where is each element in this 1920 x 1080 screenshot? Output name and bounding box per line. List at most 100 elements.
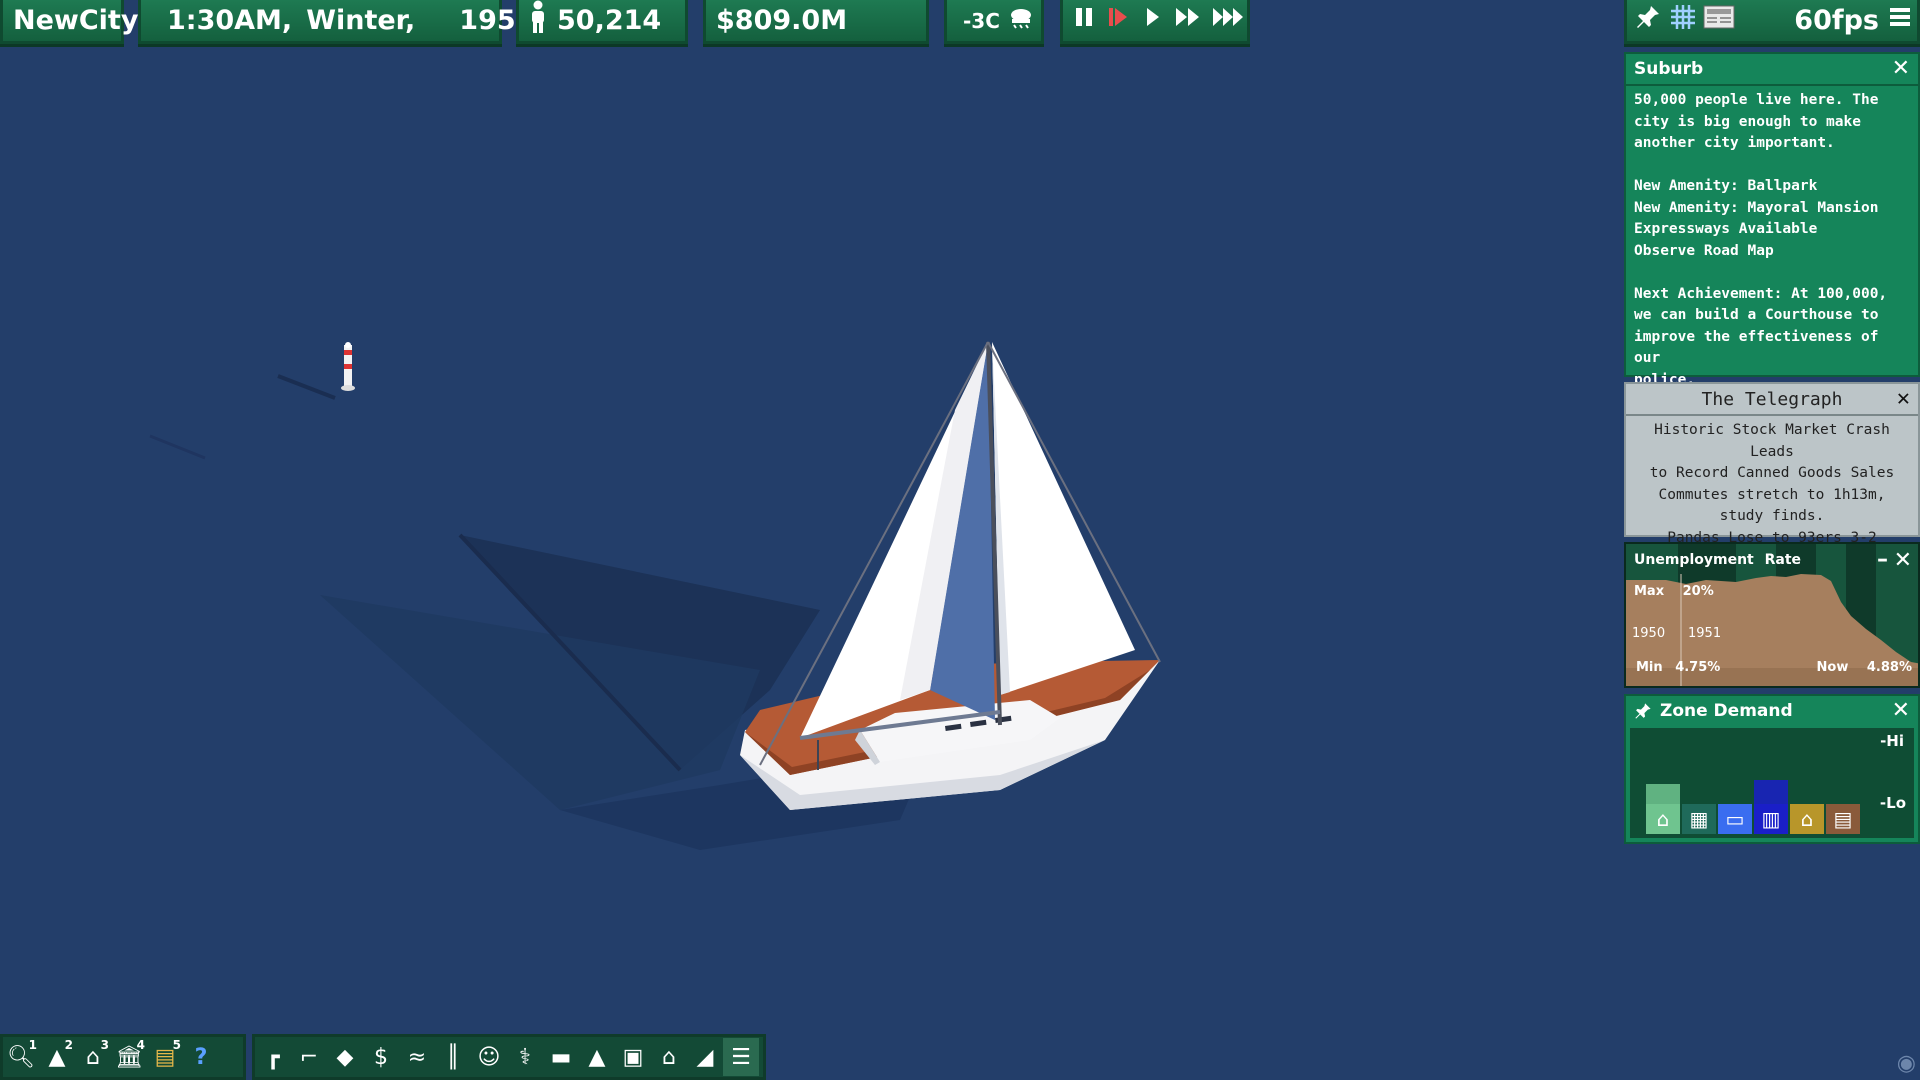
telegraph-panel: The Telegraph ✕ Historic Stock Market Cr… — [1624, 382, 1920, 546]
vehicle-tool-button[interactable]: ▬ — [543, 1038, 579, 1076]
messages-tool-button[interactable]: ☰ — [723, 1038, 759, 1076]
pistol-tool-button[interactable]: ⌐ — [291, 1038, 327, 1076]
min-value: 4.75% — [1675, 660, 1721, 675]
now-label: Now — [1816, 660, 1849, 675]
bulldoze-tool-button[interactable]: ◢ — [687, 1038, 723, 1076]
telegraph-title: The Telegraph — [1701, 388, 1843, 410]
park-icon: ≈ — [407, 1044, 427, 1070]
close-icon[interactable]: ✕ — [1894, 550, 1912, 572]
year-start: 1950 — [1632, 626, 1666, 641]
zone-demand-bar: ⌂ — [1646, 784, 1680, 834]
step-icon[interactable] — [1105, 4, 1131, 37]
farm-icon[interactable]: ⌂ — [1790, 804, 1824, 834]
money-value: $809.0M — [716, 5, 848, 36]
suburb-line: New Amenity: Mayoral Mansion — [1634, 199, 1879, 216]
close-icon[interactable]: ✕ — [1892, 58, 1910, 80]
unemployment-title: Unemployment Rate — [1634, 552, 1801, 568]
buoy[interactable] — [341, 342, 355, 391]
headline[interactable]: to Record Canned Goods Sales — [1630, 463, 1914, 485]
help-button[interactable]: ? — [183, 1038, 219, 1076]
residential-tool-button[interactable]: ⌂ — [651, 1038, 687, 1076]
fast-forward-icon[interactable] — [1173, 4, 1203, 37]
pin-icon[interactable] — [1635, 4, 1661, 37]
transit-tool-button[interactable]: ▣ — [615, 1038, 651, 1076]
expressway-tool-button[interactable]: ▲ — [579, 1038, 615, 1076]
query-tool-button[interactable]: 🔍︎ 1 — [3, 1038, 39, 1076]
now-value: 4.88% — [1866, 660, 1912, 675]
close-icon[interactable]: ✕ — [1892, 700, 1910, 722]
road-tool-button[interactable]: ┏ — [255, 1038, 291, 1076]
store-icon[interactable]: ▭ — [1718, 804, 1752, 834]
money-box[interactable]: $809.0M — [703, 0, 929, 44]
telegraph-body: Historic Stock Market Crash Leads to Rec… — [1626, 416, 1918, 553]
office-icon[interactable]: ▥ — [1754, 804, 1788, 834]
education-tool-button[interactable]: ◆ — [327, 1038, 363, 1076]
suburb-line: Expressways Available — [1634, 221, 1818, 237]
zone-bars: ⌂ ▦ ▭ ▥ ⌂ ▤ — [1646, 780, 1860, 834]
close-icon[interactable]: ✕ — [1897, 388, 1910, 410]
population-box[interactable]: 50,214 — [516, 0, 688, 44]
max-row: Max 20% — [1634, 584, 1714, 599]
eye-icon[interactable]: ◉ — [1897, 1051, 1916, 1076]
factory-icon[interactable]: ▤ — [1826, 804, 1860, 834]
city-name-box[interactable]: NewCity — [0, 0, 138, 44]
help-icon: ? — [194, 1044, 208, 1070]
snow-cloud-icon — [1008, 5, 1034, 36]
menu-icon[interactable] — [1889, 5, 1911, 36]
fastest-forward-icon[interactable] — [1211, 4, 1247, 37]
newspaper-icon[interactable] — [1703, 4, 1735, 37]
play-icon[interactable] — [1139, 4, 1165, 37]
zones-view-button[interactable]: ⌂ 3 — [75, 1038, 111, 1076]
unemployment-title-a: Unemployment — [1634, 552, 1754, 568]
health-tool-button[interactable]: ⚕ — [507, 1038, 543, 1076]
zone-demand-bar: ⌂ — [1790, 804, 1824, 834]
money-bag-icon: $ — [374, 1044, 388, 1070]
suburb-line: we can build a Courthouse to — [1634, 307, 1879, 323]
transport-view-button[interactable]: ▲ 2 — [39, 1038, 75, 1076]
bulldozer-icon: ◢ — [696, 1044, 714, 1070]
zone-demand-bar: ▦ — [1682, 804, 1716, 834]
budget-view-button[interactable]: ▤ 5 — [147, 1038, 183, 1076]
sailboat[interactable] — [740, 341, 1161, 810]
grid-icon[interactable] — [1669, 3, 1697, 38]
game-scene[interactable] — [0, 50, 1620, 1070]
house-icon[interactable]: ⌂ — [1646, 804, 1680, 834]
suburb-panel-title: Suburb — [1634, 59, 1704, 79]
apartment-icon[interactable]: ▦ — [1682, 804, 1716, 834]
road-tool-icon: ┏ — [266, 1044, 280, 1070]
suburb-line: improve the effectiveness of our — [1634, 328, 1879, 367]
headline[interactable]: study finds. — [1630, 506, 1914, 528]
car-icon: ▬ — [550, 1044, 572, 1070]
headline[interactable]: Historic Stock Market Crash Leads — [1630, 420, 1914, 463]
government-view-button[interactable]: 🏛︎ 4 — [111, 1038, 147, 1076]
monument-icon: ║ — [446, 1044, 460, 1070]
suburb-line — [1634, 155, 1910, 177]
headline[interactable]: Commutes stretch to 1h13m, — [1630, 485, 1914, 507]
home-icon: ⌂ — [662, 1044, 676, 1070]
speed-controls — [1060, 0, 1250, 44]
parks-tool-button[interactable]: ≈ — [399, 1038, 435, 1076]
zone-demand-bar: ▤ — [1826, 804, 1860, 834]
police-icon: ⌐ — [299, 1044, 319, 1070]
suburb-panel: Suburb ✕ 50,000 people live here. The ci… — [1624, 52, 1920, 388]
house-icon: ⌂ — [86, 1044, 100, 1070]
telegraph-header: The Telegraph ✕ — [1626, 384, 1918, 416]
zone-demand-level — [1754, 780, 1788, 804]
suburb-line — [1634, 262, 1910, 284]
pause-icon[interactable] — [1071, 4, 1097, 37]
buoy-shadow — [149, 374, 336, 460]
minimize-icon[interactable]: – — [1877, 547, 1888, 572]
zone-demand-header: Zone Demand ✕ — [1626, 696, 1918, 726]
now-row: Now 4.88% — [1817, 660, 1912, 675]
monument-tool-button[interactable]: ║ — [435, 1038, 471, 1076]
pin-icon[interactable] — [1634, 702, 1652, 720]
min-label: Min — [1636, 660, 1663, 675]
build-toolbar: ┏ ⌐ ◆ $ ≈ ║ ☺ ⚕ ▬ ▲ ▣ ⌂ ◢ ☰ — [252, 1034, 766, 1080]
unemployment-title-b: Rate — [1764, 552, 1802, 568]
suburb-line: Observe Road Map — [1634, 242, 1774, 259]
top-right-box: 60fps — [1624, 0, 1920, 44]
person-icon — [529, 0, 547, 41]
finance-tool-button[interactable]: $ — [363, 1038, 399, 1076]
bus-icon: ▣ — [622, 1044, 644, 1070]
community-tool-button[interactable]: ☺ — [471, 1038, 507, 1076]
